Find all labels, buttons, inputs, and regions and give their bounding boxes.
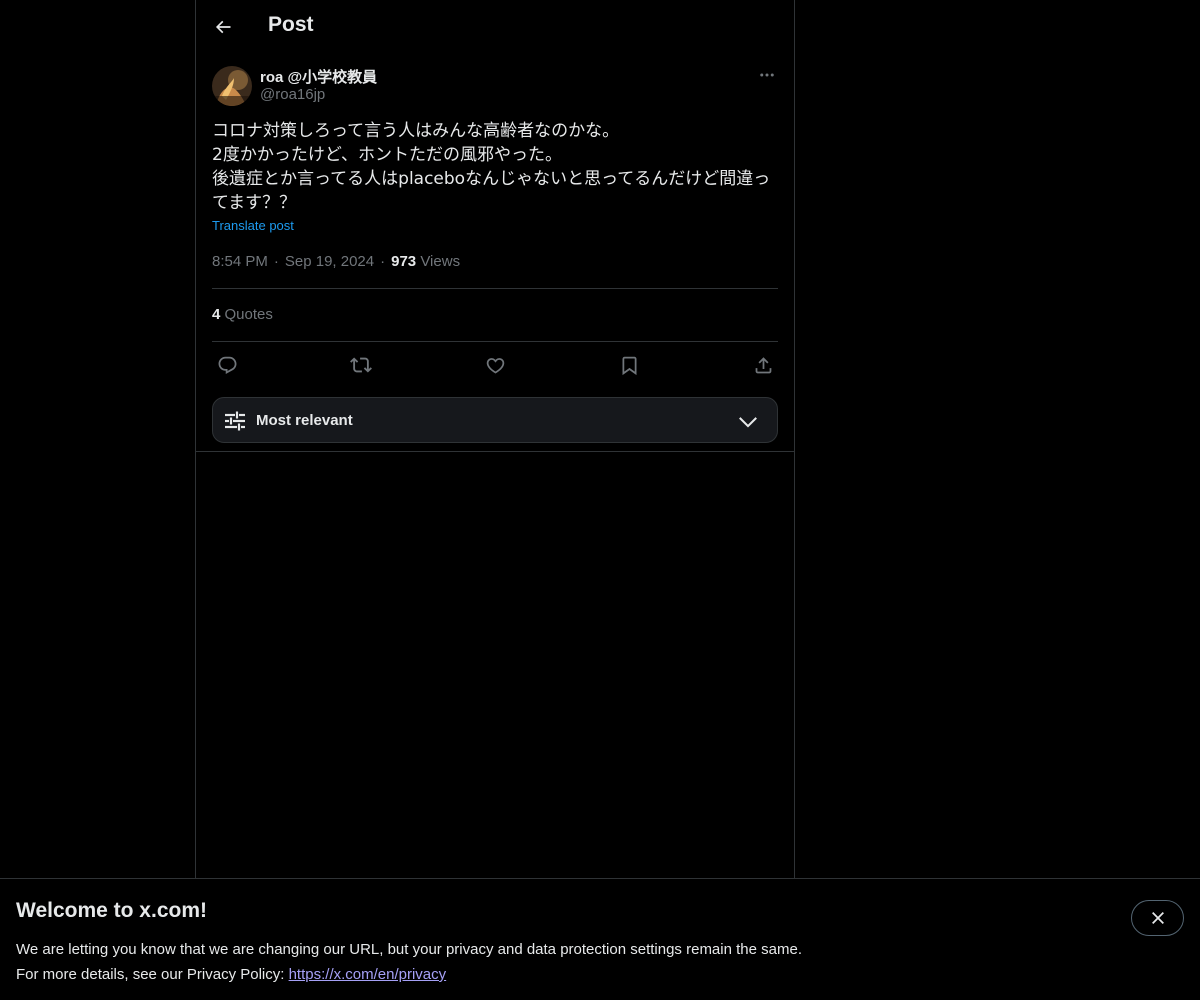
- like-button[interactable]: [481, 351, 509, 379]
- more-options-button[interactable]: [756, 64, 778, 86]
- bookmark-button[interactable]: [615, 351, 643, 379]
- main-column: Post roa @小学校教員 @roa16jp コロナ対策しろって言う人はみん…: [195, 0, 795, 1000]
- author-handle[interactable]: @roa16jp: [260, 86, 325, 103]
- banner-title: Welcome to x.com!: [16, 899, 207, 922]
- repost-button[interactable]: [347, 351, 375, 379]
- share-icon: [755, 356, 771, 373]
- sort-replies-dropdown[interactable]: Most relevant: [212, 397, 778, 443]
- post-actions: [212, 351, 778, 379]
- quotes-label: Quotes: [224, 306, 273, 323]
- quotes-link[interactable]: 4 Quotes: [212, 306, 273, 323]
- sort-label: Most relevant: [256, 412, 353, 429]
- avatar[interactable]: [212, 66, 252, 106]
- author-name[interactable]: roa @小学校教員: [260, 66, 377, 87]
- page-header: Post: [196, 0, 794, 53]
- bookmark-icon: [622, 356, 636, 375]
- post-text: コロナ対策しろって言う人はみんな高齢者なのかな。 2度かかったけど、ホントただの…: [212, 119, 778, 215]
- page-title: Post: [268, 13, 314, 36]
- views-label: Views: [420, 253, 461, 270]
- reply-button[interactable]: [213, 351, 241, 379]
- meta-separator: ·: [380, 253, 386, 270]
- sliders-icon: [225, 411, 245, 431]
- banner-line-prefix: For more details, see our Privacy Policy…: [16, 966, 289, 983]
- post-text-line: コロナ対策しろって言う人はみんな高齢者なのかな。: [212, 121, 620, 141]
- translate-post-link[interactable]: Translate post: [212, 218, 294, 233]
- divider: [212, 288, 778, 289]
- post-text-line: 2度かかったけど、ホントただの風邪やった。: [212, 145, 562, 165]
- quotes-count: 4: [212, 306, 221, 323]
- post-time[interactable]: 8:54 PM: [212, 253, 268, 270]
- close-banner-button[interactable]: [1131, 900, 1184, 936]
- banner-text: We are letting you know that we are chan…: [16, 937, 802, 987]
- divider: [196, 451, 794, 452]
- reply-icon: [218, 356, 236, 374]
- post-date[interactable]: Sep 19, 2024: [285, 253, 374, 270]
- privacy-policy-link[interactable]: https://x.com/en/privacy: [289, 966, 447, 983]
- post-text-line: てます？？: [212, 193, 297, 213]
- share-button[interactable]: [749, 351, 777, 379]
- banner-line: For more details, see our Privacy Policy…: [16, 962, 802, 987]
- views-count: 973: [391, 253, 417, 270]
- post-author: roa @小学校教員 @roa16jp: [212, 64, 778, 108]
- arrow-left-icon: [215, 20, 231, 34]
- divider: [212, 341, 778, 342]
- close-icon: [1151, 912, 1164, 924]
- chevron-down-icon: [739, 417, 757, 428]
- welcome-banner: Welcome to x.com! We are letting you kno…: [0, 878, 1200, 1000]
- banner-line: We are letting you know that we are chan…: [16, 941, 802, 958]
- back-button[interactable]: [206, 10, 240, 44]
- meta-separator: ·: [273, 253, 279, 270]
- more-dots-icon: [760, 73, 774, 77]
- heart-icon: [486, 357, 504, 374]
- avatar-image: [212, 66, 252, 106]
- post-meta: 8:54 PM · Sep 19, 2024 · 973 Views: [212, 253, 460, 270]
- repost-icon: [350, 357, 372, 373]
- post-text-line: 後遺症とか言ってる人はplaceboなんじゃないと思ってるんだけど間違っ: [212, 169, 771, 189]
